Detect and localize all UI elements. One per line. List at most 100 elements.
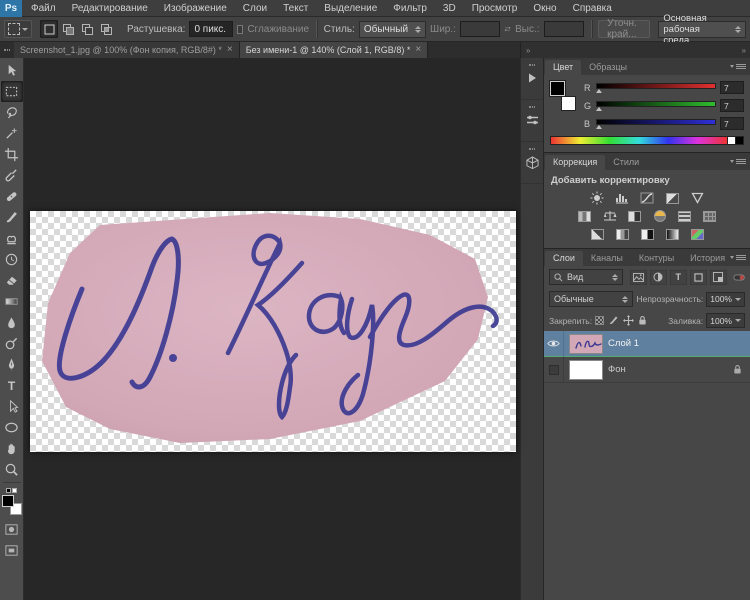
blur-tool[interactable] bbox=[1, 312, 23, 333]
color-balance-button[interactable] bbox=[600, 209, 619, 223]
posterize-button[interactable] bbox=[613, 227, 632, 241]
height-input[interactable] bbox=[544, 21, 584, 37]
menu-view[interactable]: Просмотр bbox=[465, 0, 525, 17]
filter-adjustment-layers-button[interactable] bbox=[650, 270, 667, 285]
color-spectrum-ramp[interactable] bbox=[550, 136, 728, 145]
photo-filter-button[interactable] bbox=[650, 209, 669, 223]
foreground-color-swatch[interactable] bbox=[550, 81, 565, 96]
rectangular-marquee-tool[interactable] bbox=[1, 81, 23, 102]
quick-selection-tool[interactable] bbox=[1, 123, 23, 144]
fg-bg-swatches[interactable] bbox=[550, 81, 576, 111]
layer-name[interactable]: Слой 1 bbox=[608, 338, 746, 349]
red-slider[interactable] bbox=[596, 83, 716, 93]
layer-name[interactable]: Фон bbox=[608, 364, 728, 375]
hue-saturation-button[interactable] bbox=[575, 209, 594, 223]
close-icon[interactable]: × bbox=[415, 45, 421, 55]
slider-thumb[interactable] bbox=[596, 125, 602, 129]
filter-pixel-layers-button[interactable] bbox=[630, 270, 647, 285]
close-icon[interactable]: × bbox=[227, 45, 233, 55]
green-slider[interactable] bbox=[596, 101, 716, 111]
gradient-tool[interactable] bbox=[1, 291, 23, 312]
path-selection-tool[interactable] bbox=[1, 396, 23, 417]
layer-thumbnail[interactable] bbox=[569, 334, 603, 354]
color-swatches-control[interactable] bbox=[2, 495, 22, 515]
invert-button[interactable] bbox=[588, 227, 607, 241]
tab-paths[interactable]: Контуры bbox=[631, 251, 682, 266]
style-dropdown[interactable]: Обычный bbox=[359, 21, 426, 38]
menu-file[interactable]: Файл bbox=[24, 0, 63, 17]
tab-swatches[interactable]: Образцы bbox=[581, 60, 635, 75]
intersect-selection-button[interactable] bbox=[97, 20, 115, 38]
tab-styles[interactable]: Стили bbox=[605, 155, 647, 170]
tab-layers[interactable]: Слои bbox=[545, 251, 583, 266]
actions-panel-button[interactable] bbox=[521, 62, 543, 100]
color-lookup-button[interactable] bbox=[700, 209, 719, 223]
lock-transparency-button[interactable] bbox=[595, 316, 604, 325]
menu-3d[interactable]: 3D bbox=[436, 0, 463, 17]
swap-width-height-icon[interactable] bbox=[504, 24, 511, 34]
menu-layers[interactable]: Слои bbox=[236, 0, 274, 17]
layer-row-layer1[interactable]: Слой 1 bbox=[544, 331, 750, 357]
background-color-swatch[interactable] bbox=[561, 96, 576, 111]
slider-thumb[interactable] bbox=[596, 107, 602, 111]
tab-color[interactable]: Цвет bbox=[545, 60, 581, 75]
panel-menu-icon[interactable] bbox=[736, 64, 746, 65]
layer-filter-dropdown[interactable]: Вид bbox=[549, 269, 623, 285]
menu-type[interactable]: Текст bbox=[276, 0, 315, 17]
default-colors-control[interactable] bbox=[6, 488, 17, 493]
subtract-from-selection-button[interactable] bbox=[78, 20, 96, 38]
tab-channels[interactable]: Каналы bbox=[583, 251, 631, 266]
lock-all-button[interactable] bbox=[638, 315, 647, 326]
black-swatch[interactable] bbox=[736, 136, 744, 145]
layer-thumbnail[interactable] bbox=[569, 360, 603, 380]
collapse-panels-icon[interactable]: » bbox=[742, 46, 745, 55]
move-tool[interactable] bbox=[1, 60, 23, 81]
selective-color-button[interactable] bbox=[688, 227, 707, 241]
exposure-button[interactable] bbox=[663, 191, 682, 205]
slider-thumb[interactable] bbox=[596, 89, 602, 93]
refine-edge-button[interactable]: Уточн. край... bbox=[598, 20, 650, 38]
zoom-tool[interactable] bbox=[1, 459, 23, 480]
blue-slider[interactable] bbox=[596, 119, 716, 129]
layer-row-background[interactable]: Фон bbox=[544, 357, 750, 383]
canvas-area[interactable] bbox=[24, 58, 520, 600]
lock-paint-button[interactable] bbox=[608, 315, 619, 326]
curves-button[interactable] bbox=[638, 191, 657, 205]
document-canvas[interactable] bbox=[30, 211, 516, 452]
crop-tool[interactable] bbox=[1, 144, 23, 165]
brightness-contrast-button[interactable] bbox=[588, 191, 607, 205]
vibrance-button[interactable] bbox=[688, 191, 707, 205]
menu-help[interactable]: Справка bbox=[566, 0, 619, 17]
dodge-tool[interactable] bbox=[1, 333, 23, 354]
add-to-selection-button[interactable] bbox=[59, 20, 77, 38]
visibility-toggle[interactable] bbox=[544, 357, 564, 383]
antialias-checkbox[interactable] bbox=[237, 25, 243, 34]
tool-preset-picker[interactable] bbox=[4, 20, 32, 38]
lasso-tool[interactable] bbox=[1, 102, 23, 123]
history-brush-tool[interactable] bbox=[1, 249, 23, 270]
clone-stamp-tool[interactable] bbox=[1, 228, 23, 249]
menu-image[interactable]: Изображение bbox=[157, 0, 234, 17]
properties-panel-button[interactable] bbox=[521, 104, 543, 142]
visibility-toggle[interactable] bbox=[544, 331, 564, 357]
menu-select[interactable]: Выделение bbox=[317, 0, 384, 17]
shape-tool[interactable] bbox=[1, 417, 23, 438]
workspace-dropdown[interactable]: Основная рабочая среда bbox=[658, 21, 746, 38]
filter-type-layers-button[interactable]: T bbox=[670, 270, 687, 285]
healing-brush-tool[interactable] bbox=[1, 186, 23, 207]
filter-smart-objects-button[interactable] bbox=[710, 270, 727, 285]
opacity-field[interactable]: 100% bbox=[706, 292, 745, 307]
3d-panel-button[interactable] bbox=[521, 146, 543, 184]
eyedropper-tool[interactable] bbox=[1, 165, 23, 186]
type-tool[interactable]: T bbox=[1, 375, 23, 396]
collapse-dock-icon[interactable]: » bbox=[526, 46, 529, 55]
levels-button[interactable] bbox=[613, 191, 632, 205]
blend-mode-dropdown[interactable]: Обычные bbox=[549, 291, 633, 307]
filter-shape-layers-button[interactable] bbox=[690, 270, 707, 285]
tab-history[interactable]: История bbox=[682, 251, 733, 266]
hand-tool[interactable] bbox=[1, 438, 23, 459]
gradient-map-button[interactable] bbox=[663, 227, 682, 241]
tab-adjustments[interactable]: Коррекция bbox=[545, 155, 605, 170]
black-white-button[interactable] bbox=[625, 209, 644, 223]
white-swatch[interactable] bbox=[728, 136, 736, 145]
